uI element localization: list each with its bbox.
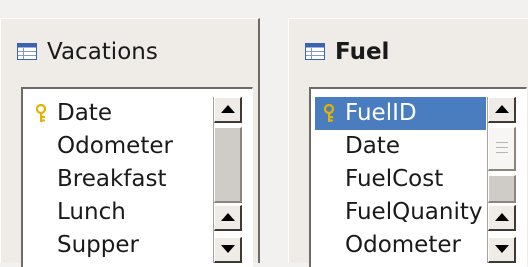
field-name: Odometer	[57, 133, 173, 159]
table-icon	[305, 43, 325, 60]
field-row[interactable]: Lunch	[27, 196, 212, 229]
scrollbar-thumb[interactable]	[214, 127, 242, 203]
vertical-scrollbar[interactable]	[213, 97, 244, 263]
scrollbar-track-block[interactable]	[488, 175, 516, 203]
field-row[interactable]: FuelCost	[315, 163, 486, 196]
thumb-grip	[496, 152, 508, 153]
field-row[interactable]: Odometer	[315, 229, 486, 262]
field-name: FuelID	[345, 100, 417, 126]
table-title: Vacations	[47, 39, 158, 65]
arrow-down-icon	[221, 245, 235, 253]
field-row[interactable]: Date	[27, 97, 212, 130]
arrow-up-icon	[495, 213, 509, 221]
field-row[interactable]: Date	[315, 130, 486, 163]
thumb-grip	[496, 142, 508, 143]
scroll-up-button[interactable]	[214, 97, 242, 123]
field-name: FuelCost	[345, 166, 444, 192]
key-icon	[35, 104, 47, 122]
field-name: Date	[57, 100, 112, 126]
scrollbar-thumb[interactable]	[488, 127, 516, 171]
scroll-up-button[interactable]	[488, 97, 516, 123]
arrow-down-icon	[495, 245, 509, 253]
arrow-up-icon	[221, 213, 235, 221]
table-title-bar[interactable]: Fuel	[289, 19, 528, 83]
scroll-down-button[interactable]	[488, 237, 516, 263]
table-title-bar[interactable]: Vacations	[1, 19, 258, 83]
scroll-up-button[interactable]	[214, 205, 242, 231]
vertical-scrollbar[interactable]	[487, 97, 518, 263]
field-list[interactable]: Date Odometer Breakfast Lunch Supper	[21, 87, 253, 267]
field-name: FuelQuanity	[345, 199, 483, 225]
field-name: Breakfast	[57, 166, 167, 192]
table-title: Fuel	[335, 39, 390, 65]
table-icon	[17, 43, 37, 60]
key-icon	[323, 104, 335, 122]
arrow-up-icon	[221, 105, 235, 113]
scroll-up-button[interactable]	[488, 205, 516, 231]
scroll-down-button[interactable]	[214, 237, 242, 263]
field-name: Date	[345, 133, 400, 159]
thumb-grip	[496, 147, 508, 148]
field-row-selected[interactable]: FuelID	[315, 97, 486, 130]
field-name: Lunch	[57, 199, 126, 225]
field-row[interactable]: Breakfast	[27, 163, 212, 196]
field-name: Odometer	[345, 232, 461, 258]
arrow-up-icon	[495, 105, 509, 113]
field-row[interactable]: Odometer	[27, 130, 212, 163]
field-row[interactable]: Supper	[27, 229, 212, 262]
table-window-vacations[interactable]: Vacations Date Odometer Breakfast Lunch	[0, 18, 260, 267]
field-name: Supper	[57, 232, 139, 258]
field-list[interactable]: FuelID Date FuelCost FuelQuanity Odomete…	[309, 87, 527, 267]
table-window-fuel[interactable]: Fuel FuelID Date FuelCost FuelQuanity Od…	[288, 18, 528, 267]
field-row[interactable]: FuelQuanity	[315, 196, 486, 229]
